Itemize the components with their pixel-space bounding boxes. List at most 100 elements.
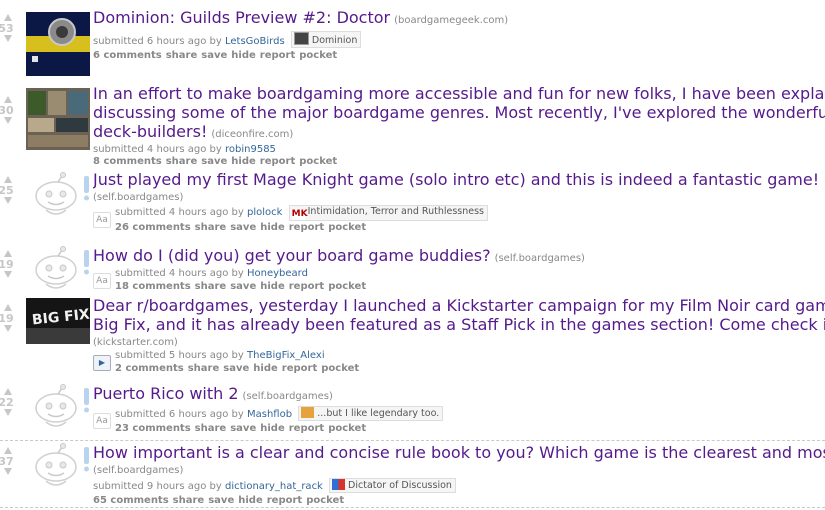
post-domain[interactable]: (self.boardgames) bbox=[93, 191, 825, 205]
pocket-button[interactable]: pocket bbox=[299, 50, 337, 61]
post-thumbnail[interactable] bbox=[26, 88, 90, 150]
post-buttons: 8 comments share save hide report pocket bbox=[93, 155, 825, 168]
expando-aa-label: Aa bbox=[96, 214, 108, 225]
author-link[interactable]: robin9585 bbox=[225, 144, 276, 155]
post-tagline: submitted 4 hours ago by robin9585 bbox=[93, 144, 825, 155]
author-link[interactable]: plolock bbox=[247, 207, 282, 218]
share-button[interactable]: share bbox=[188, 363, 220, 374]
author-link[interactable]: LetsGoBirds bbox=[225, 36, 285, 47]
comments-link[interactable]: 2 comments bbox=[115, 363, 184, 374]
save-button[interactable]: save bbox=[223, 363, 249, 374]
pocket-button[interactable]: pocket bbox=[299, 156, 337, 167]
expando-text-button[interactable]: Aa bbox=[93, 211, 111, 228]
report-button[interactable]: report bbox=[282, 363, 317, 374]
save-button[interactable]: save bbox=[230, 281, 256, 292]
upvote-arrow-icon[interactable] bbox=[4, 447, 12, 454]
post-title-link[interactable]: deck-builders! bbox=[93, 122, 207, 141]
comments-link[interactable]: 6 comments bbox=[93, 50, 162, 61]
report-button[interactable]: report bbox=[260, 156, 295, 167]
post-title-line-2[interactable]: discussing some of the major boardgame g… bbox=[93, 103, 825, 122]
post-thumbnail[interactable] bbox=[26, 12, 90, 76]
comments-link[interactable]: 8 comments bbox=[93, 156, 162, 167]
hide-button[interactable]: hide bbox=[231, 50, 256, 61]
pocket-button[interactable]: pocket bbox=[328, 423, 366, 434]
downvote-arrow-icon[interactable] bbox=[4, 117, 12, 124]
report-button[interactable]: report bbox=[289, 423, 324, 434]
self-post-alien-icon[interactable] bbox=[28, 443, 92, 493]
hide-button[interactable]: hide bbox=[260, 281, 285, 292]
post-domain[interactable]: (boardgamegeek.com) bbox=[394, 15, 508, 26]
post-title-line-1[interactable]: Dear r/boardgames, yesterday I launched … bbox=[93, 296, 825, 315]
expando-text-button[interactable]: Aa bbox=[93, 272, 111, 289]
post-title-link[interactable]: How important is a clear and concise rul… bbox=[93, 443, 825, 462]
post-tagline: submitted 4 hours ago by plolock MKIntim… bbox=[115, 205, 488, 221]
hide-button[interactable]: hide bbox=[238, 495, 263, 506]
pocket-button[interactable]: pocket bbox=[328, 222, 366, 233]
upvote-arrow-icon[interactable] bbox=[4, 304, 12, 311]
expando-text-button[interactable]: Aa bbox=[93, 412, 111, 429]
hide-button[interactable]: hide bbox=[260, 222, 285, 233]
doctor-card-art-icon bbox=[26, 12, 90, 76]
report-button[interactable]: report bbox=[267, 495, 302, 506]
post-domain[interactable]: (kickstarter.com) bbox=[93, 336, 825, 350]
share-button[interactable]: share bbox=[166, 50, 198, 61]
hide-button[interactable]: hide bbox=[253, 363, 278, 374]
post-thumbnail[interactable]: BIG FIX bbox=[26, 298, 90, 344]
save-button[interactable]: save bbox=[201, 50, 227, 61]
upvote-arrow-icon[interactable] bbox=[4, 176, 12, 183]
post-title-link[interactable]: Just played my first Mage Knight game (s… bbox=[93, 170, 825, 189]
author-link[interactable]: dictionary_hat_rack bbox=[225, 481, 323, 492]
save-button[interactable]: save bbox=[201, 156, 227, 167]
share-button[interactable]: share bbox=[195, 222, 227, 233]
self-post-alien-icon[interactable] bbox=[28, 246, 92, 296]
share-button[interactable]: share bbox=[195, 281, 227, 292]
self-post-alien-icon[interactable] bbox=[28, 384, 92, 434]
post-title-line-1[interactable]: In an effort to make boardgaming more ac… bbox=[93, 84, 825, 103]
report-button[interactable]: report bbox=[289, 222, 324, 233]
post-domain[interactable]: (self.boardgames) bbox=[495, 253, 585, 264]
save-button[interactable]: save bbox=[230, 423, 256, 434]
share-button[interactable]: share bbox=[195, 423, 227, 434]
self-post-alien-icon[interactable] bbox=[28, 172, 92, 222]
hide-button[interactable]: hide bbox=[260, 423, 285, 434]
downvote-arrow-icon[interactable] bbox=[4, 468, 12, 475]
comments-link[interactable]: 18 comments bbox=[115, 281, 191, 292]
hide-button[interactable]: hide bbox=[231, 156, 256, 167]
comments-link[interactable]: 26 comments bbox=[115, 222, 191, 233]
post-title-link[interactable]: Puerto Rico with 2 bbox=[93, 384, 239, 403]
report-button[interactable]: report bbox=[289, 281, 324, 292]
upvote-arrow-icon[interactable] bbox=[4, 250, 12, 257]
post-domain[interactable]: (self.boardgames) bbox=[93, 464, 825, 478]
report-button[interactable]: report bbox=[260, 50, 295, 61]
post-buttons: 65 comments share save hide report pocket bbox=[93, 494, 825, 507]
upvote-arrow-icon[interactable] bbox=[4, 96, 12, 103]
share-button[interactable]: share bbox=[173, 495, 205, 506]
downvote-arrow-icon[interactable] bbox=[4, 271, 12, 278]
author-link[interactable]: Honeybeard bbox=[247, 268, 308, 279]
downvote-arrow-icon[interactable] bbox=[4, 409, 12, 416]
tagline-prefix: submitted 4 hours ago by bbox=[93, 144, 222, 155]
save-button[interactable]: save bbox=[230, 222, 256, 233]
downvote-arrow-icon[interactable] bbox=[4, 35, 12, 42]
downvote-arrow-icon[interactable] bbox=[4, 197, 12, 204]
post-title-link[interactable]: Dominion: Guilds Preview #2: Doctor bbox=[93, 8, 390, 27]
pocket-button[interactable]: pocket bbox=[328, 281, 366, 292]
expando-video-button[interactable]: ▶ bbox=[93, 354, 111, 371]
author-link[interactable]: TheBigFix_Alexi bbox=[247, 350, 325, 361]
comments-link[interactable]: 23 comments bbox=[115, 423, 191, 434]
upvote-arrow-icon[interactable] bbox=[4, 14, 12, 21]
post-title-line-2[interactable]: Big Fix, and it has already been feature… bbox=[93, 315, 825, 334]
upvote-arrow-icon[interactable] bbox=[4, 388, 12, 395]
share-button[interactable]: share bbox=[166, 156, 198, 167]
comments-link[interactable]: 65 comments bbox=[93, 495, 169, 506]
downvote-arrow-icon[interactable] bbox=[4, 325, 12, 332]
post-domain[interactable]: (self.boardgames) bbox=[243, 391, 333, 402]
pocket-button[interactable]: pocket bbox=[321, 363, 359, 374]
pocket-button[interactable]: pocket bbox=[306, 495, 344, 506]
post-title-link[interactable]: How do I (did you) get your board game b… bbox=[93, 246, 491, 265]
post-1: 53 Dominion: Guilds Preview #2: Doctor (b… bbox=[0, 8, 825, 78]
post-domain[interactable]: (diceonfire.com) bbox=[211, 129, 293, 140]
post-tagline: submitted 9 hours ago by dictionary_hat_… bbox=[93, 478, 825, 494]
save-button[interactable]: save bbox=[208, 495, 234, 506]
author-link[interactable]: Mashflob bbox=[247, 409, 292, 420]
